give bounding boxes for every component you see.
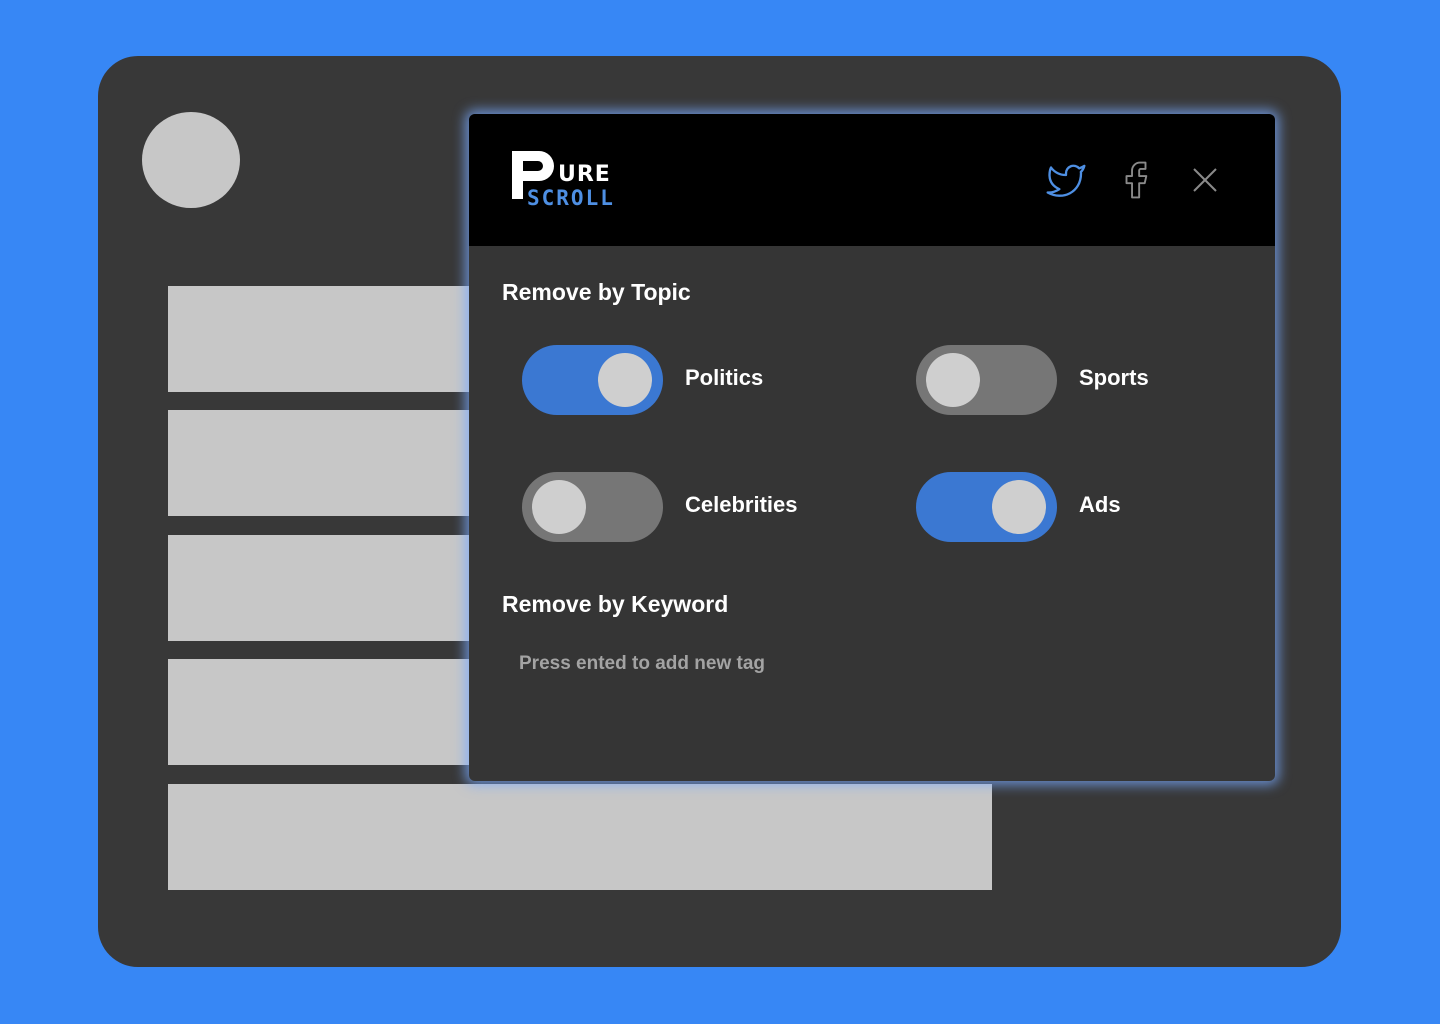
politics-label: Politics (685, 365, 764, 390)
toggle-knob (598, 353, 652, 407)
logo-text-ure: URE (558, 162, 611, 187)
facebook-icon[interactable] (1114, 160, 1158, 200)
twitter-icon[interactable] (1044, 160, 1088, 200)
pure-scroll-logo: URE SCROLL (507, 148, 637, 210)
pure-scroll-popup: URE SCROLL Remove by Topic Politics Spor… (469, 114, 1275, 781)
celebrities-toggle[interactable] (522, 472, 663, 542)
remove-by-keyword-heading: Remove by Keyword (502, 591, 729, 617)
ads-toggle[interactable] (916, 472, 1057, 542)
avatar (142, 112, 240, 208)
toggle-knob (992, 480, 1046, 534)
close-icon[interactable] (1183, 160, 1227, 200)
ads-label: Ads (1079, 492, 1121, 517)
toggle-knob (532, 480, 586, 534)
popup-header: URE SCROLL (469, 114, 1275, 246)
logo-text-scroll: SCROLL (527, 186, 615, 210)
toggle-knob (926, 353, 980, 407)
sports-toggle[interactable] (916, 345, 1057, 415)
sports-label: Sports (1079, 365, 1149, 390)
feed-placeholder-row (168, 784, 992, 890)
keyword-tag-input[interactable] (519, 644, 1219, 684)
remove-by-topic-heading: Remove by Topic (502, 279, 691, 305)
politics-toggle[interactable] (522, 345, 663, 415)
celebrities-label: Celebrities (685, 492, 798, 517)
